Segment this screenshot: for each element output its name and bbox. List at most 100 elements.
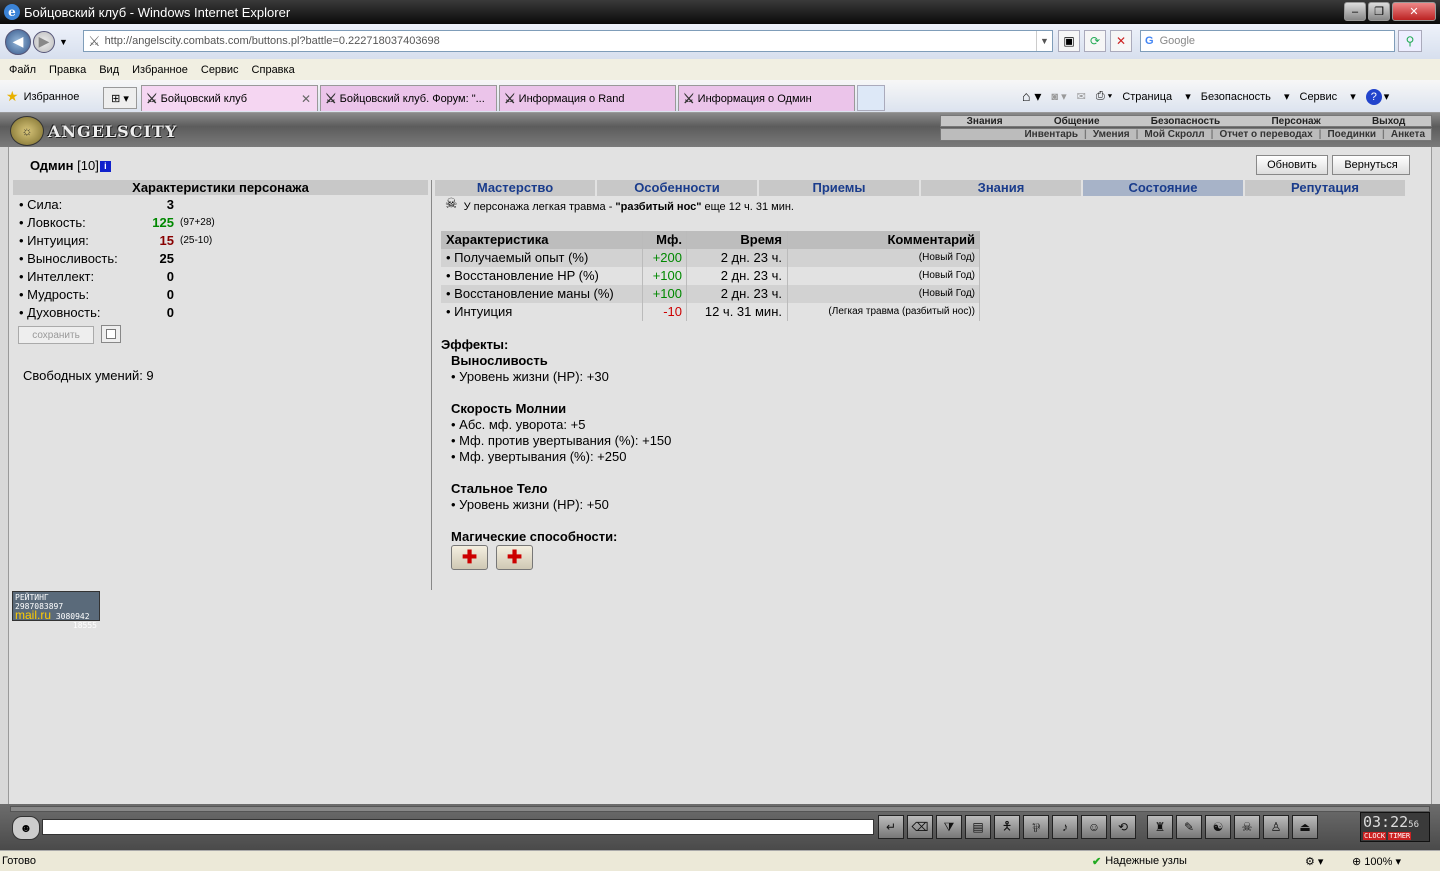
tab-fight-club[interactable]: ⚔ Бойцовский клуб ✕ bbox=[141, 85, 318, 111]
page-menu[interactable]: Страница ▾ bbox=[1122, 90, 1190, 103]
refresh-button[interactable]: Обновить bbox=[1256, 155, 1328, 175]
tools-menu[interactable]: Сервис ▾ bbox=[1300, 90, 1356, 103]
enter-icon[interactable]: ↵ bbox=[878, 815, 904, 839]
scroll-icon[interactable]: ✎ bbox=[1176, 815, 1202, 839]
injury-notice: ☠ У персонажа легкая травма - "разбитый … bbox=[445, 195, 794, 213]
rss-icon[interactable]: ◙ ▾ bbox=[1051, 90, 1066, 103]
safety-menu[interactable]: Безопасность ▾ bbox=[1201, 90, 1290, 103]
close-window-button[interactable]: ✕ bbox=[1392, 2, 1436, 21]
compatibility-icon[interactable]: ▣ bbox=[1058, 30, 1080, 52]
google-icon: G bbox=[1145, 35, 1154, 47]
menu-help[interactable]: Справка bbox=[252, 64, 295, 76]
mask-icon[interactable]: ☯ bbox=[1205, 815, 1231, 839]
menu-file[interactable]: Файл bbox=[9, 64, 36, 76]
tab-state[interactable]: Состояние bbox=[1083, 180, 1245, 196]
skull-icon[interactable]: ☠ bbox=[1234, 815, 1260, 839]
close-tab-icon[interactable]: ✕ bbox=[301, 92, 311, 106]
tab-reputation[interactable]: Репутация bbox=[1245, 180, 1407, 196]
url-text: http://angelscity.combats.com/buttons.pl… bbox=[104, 35, 440, 47]
bag-icon[interactable]: ♜ bbox=[1147, 815, 1173, 839]
maximize-button[interactable]: ❐ bbox=[1368, 2, 1390, 21]
zoom-level[interactable]: ⊕ 100% ▾ bbox=[1352, 855, 1401, 868]
sub-menu-scroll[interactable]: Мой Скролл bbox=[1144, 129, 1204, 140]
menu-favorites[interactable]: Избранное bbox=[132, 64, 188, 76]
favorites-button[interactable]: ★ Избранное bbox=[6, 88, 79, 105]
print-icon[interactable]: ⎙ ▾ bbox=[1096, 90, 1112, 103]
tab-info-odmin[interactable]: ⚔ Информация о Одмин bbox=[678, 85, 855, 111]
top-menu-knowledge[interactable]: Знания bbox=[967, 116, 1003, 127]
window-title: Бойцовский клуб - Windows Internet Explo… bbox=[24, 4, 291, 20]
top-menu-character[interactable]: Персонаж bbox=[1271, 116, 1320, 127]
smile-icon[interactable]: ☺ bbox=[1081, 815, 1107, 839]
menu-view[interactable]: Вид bbox=[99, 64, 119, 76]
heal-scroll-icon[interactable]: ✚ bbox=[496, 545, 533, 570]
fighter-icon[interactable]: 🯅 bbox=[994, 815, 1020, 839]
menu-edit[interactable]: Правка bbox=[49, 64, 86, 76]
info-icon[interactable]: i bbox=[99, 161, 111, 172]
save-checkbox[interactable] bbox=[101, 325, 121, 343]
stop-icon[interactable]: ✕ bbox=[1110, 30, 1132, 52]
chat-face-icon[interactable]: ☻ bbox=[12, 816, 40, 840]
heal-scroll-icon[interactable]: ✚ bbox=[451, 545, 488, 570]
home-icon[interactable]: ⌂ ▾ bbox=[1022, 88, 1041, 105]
site-icon: ⚔ bbox=[683, 90, 695, 106]
horizontal-scrollbar[interactable] bbox=[10, 806, 1430, 812]
refresh-chat-icon[interactable]: ⟲ bbox=[1110, 815, 1136, 839]
chat-input[interactable] bbox=[42, 819, 874, 835]
top-menu-security[interactable]: Безопасность bbox=[1151, 116, 1220, 127]
tabs-bar: ★ Избранное ⊞ ▾ ⚔ Бойцовский клуб ✕ ⚔ Бойцов… bbox=[0, 80, 1440, 113]
refresh-icon[interactable]: ⟳ bbox=[1084, 30, 1106, 52]
sound-icon[interactable]: ♪ bbox=[1052, 815, 1078, 839]
tab-knowledge[interactable]: Знания bbox=[921, 180, 1083, 196]
help-dropdown-icon[interactable]: ▾ bbox=[1384, 90, 1390, 103]
rating-counter[interactable]: РЕЙТИНГ 2987083897 mail.ru 3080942 18555 bbox=[12, 591, 100, 630]
stat-row: • Выносливость: 25 bbox=[19, 250, 174, 266]
tab-forum[interactable]: ⚔ Бойцовский клуб. Форум: "... bbox=[320, 85, 497, 111]
tab-info-rand[interactable]: ⚔ Информация о Rand bbox=[499, 85, 676, 111]
top-menu-social[interactable]: Общение bbox=[1054, 116, 1100, 127]
security-zone[interactable]: ✔ Надежные узлы bbox=[1092, 855, 1187, 868]
translit-icon[interactable]: ⅌ bbox=[1023, 815, 1049, 839]
menu-tools[interactable]: Сервис bbox=[201, 64, 239, 76]
site-icon: ⚔ bbox=[325, 90, 337, 106]
magic-scrolls: ✚ ✚ bbox=[451, 545, 533, 570]
game-bottom-bar: ☻ ↵ ⌫ ⧩ ▤ 🯅 ⅌ ♪ ☺ ⟲ ♜ ✎ ☯ ☠ ♙ ⏏ 03:2256 … bbox=[0, 804, 1440, 850]
site-favicon-icon: ⚔ bbox=[88, 32, 101, 49]
tab-techniques[interactable]: Приемы bbox=[759, 180, 921, 196]
menu-bar: Файл Правка Вид Избранное Сервис Справка bbox=[0, 59, 1440, 80]
filter-icon[interactable]: ⧩ bbox=[936, 815, 962, 839]
sub-menu-battles[interactable]: Поединки bbox=[1327, 129, 1376, 140]
minimize-button[interactable]: ‒ bbox=[1344, 2, 1366, 21]
table-row: • Получаемый опыт (%) +200 2 дн. 23 ч. (… bbox=[441, 249, 980, 267]
protected-mode-icon[interactable]: ⚙ ▾ bbox=[1305, 855, 1323, 868]
sub-menu-skills[interactable]: Умения bbox=[1093, 129, 1130, 140]
table-row: • Интуиция -10 12 ч. 31 мин. (Легкая тра… bbox=[441, 303, 980, 321]
address-dropdown-icon[interactable]: ▼ bbox=[1036, 31, 1052, 51]
search-input[interactable]: G Google bbox=[1140, 30, 1395, 52]
help-icon[interactable]: ? bbox=[1365, 88, 1382, 105]
effect-name: Скорость Молнии bbox=[451, 401, 567, 416]
eraser-icon[interactable]: ⌫ bbox=[907, 815, 933, 839]
title-bar: e Бойцовский клуб - Windows Internet Exp… bbox=[0, 0, 1440, 24]
group-icon[interactable]: ♙ bbox=[1263, 815, 1289, 839]
forward-button[interactable]: ▶ bbox=[33, 30, 55, 53]
book-icon[interactable]: ▤ bbox=[965, 815, 991, 839]
character-name: Одмин [10] i bbox=[30, 158, 111, 173]
effect-item: • Абс. мф. уворота: +5 bbox=[451, 417, 586, 432]
exit-icon[interactable]: ⏏ bbox=[1292, 815, 1318, 839]
address-bar[interactable]: ⚔ http://angelscity.combats.com/buttons.… bbox=[83, 30, 1053, 52]
sub-menu-profile[interactable]: Анкета bbox=[1391, 129, 1425, 140]
sub-menu-inventory[interactable]: Инвентарь bbox=[1024, 129, 1078, 140]
quick-tabs-button[interactable]: ⊞ ▾ bbox=[103, 87, 137, 109]
new-tab-button[interactable] bbox=[857, 85, 885, 111]
mail-icon[interactable]: ✉ bbox=[1077, 90, 1086, 103]
tab-features[interactable]: Особенности bbox=[597, 180, 759, 196]
back-to-game-button[interactable]: Вернуться bbox=[1332, 155, 1410, 175]
top-menu-exit[interactable]: Выход bbox=[1372, 116, 1405, 127]
search-button[interactable]: ⚲ bbox=[1398, 30, 1422, 52]
sub-menu-transfers[interactable]: Отчет о переводах bbox=[1219, 129, 1312, 140]
tab-mastery[interactable]: Мастерство bbox=[435, 180, 597, 196]
history-dropdown-icon[interactable]: ▼ bbox=[59, 37, 68, 47]
back-button[interactable]: ◀ bbox=[5, 28, 31, 55]
save-button[interactable]: сохранить bbox=[18, 326, 94, 344]
